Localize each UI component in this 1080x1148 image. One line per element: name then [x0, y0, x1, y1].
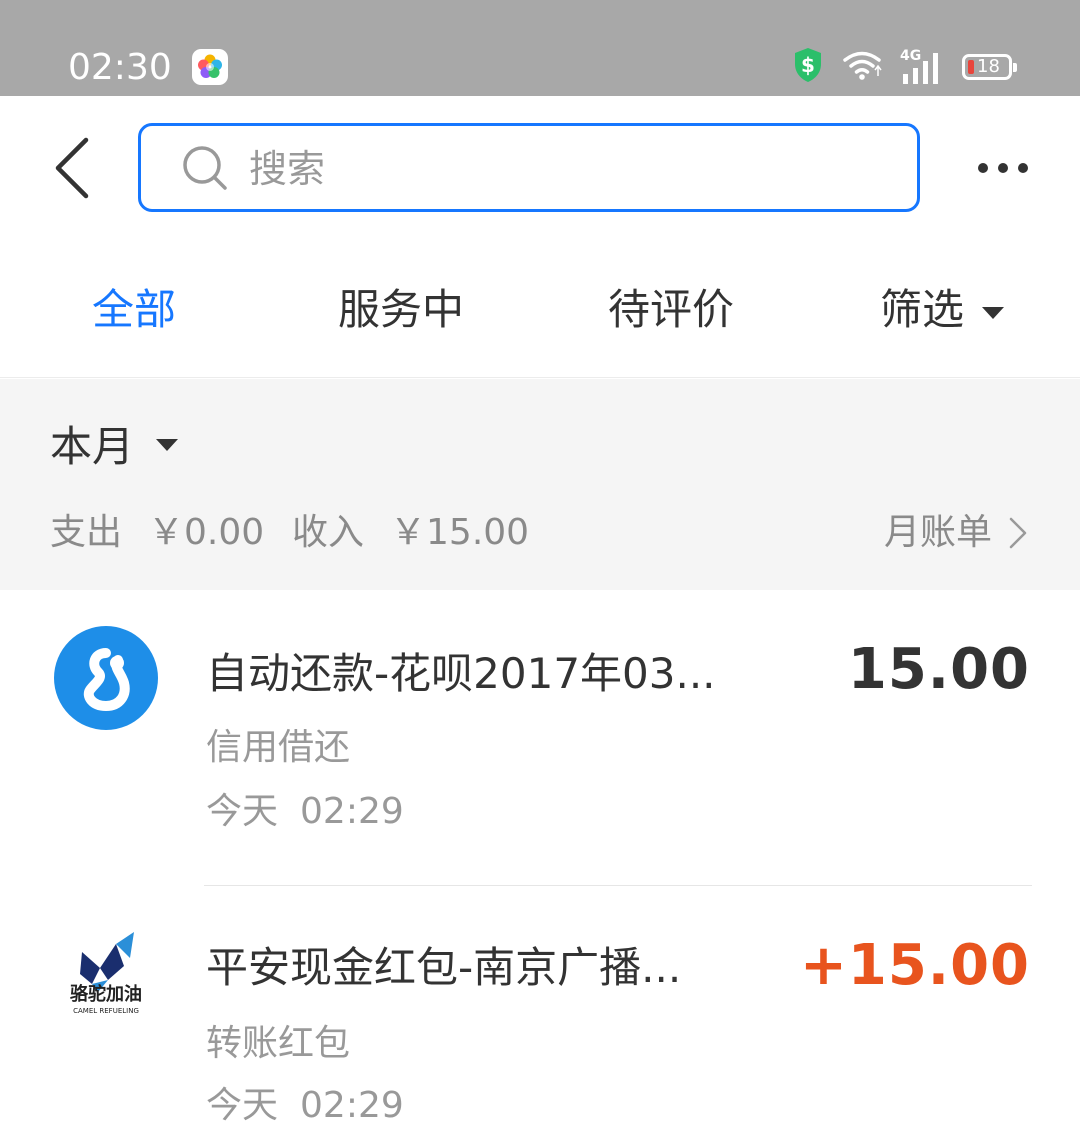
tab-to-review[interactable]: 待评价 [608, 282, 734, 338]
back-button[interactable] [48, 136, 96, 200]
transaction-time: 今天 02:29 [206, 1082, 404, 1130]
expense-label: 支出 [50, 512, 123, 553]
caret-down-icon[interactable] [156, 439, 178, 451]
more-dot-icon [978, 163, 988, 173]
transaction-category: 转账红包 [206, 1023, 351, 1064]
income-stat: 收入 ￥15.00 [292, 509, 529, 557]
chevron-left-icon [55, 137, 89, 199]
logo-text: 骆驼加油 [70, 984, 142, 1005]
battery-icon: 18 [962, 54, 1017, 80]
transaction-clock: 02:29 [300, 791, 404, 832]
status-icons: $ 4G 18 [792, 46, 1017, 88]
transaction-row[interactable]: 骆驼加油 CAMEL REFUELING 平安现金红包-南京广播... 转账红包… [0, 886, 1080, 1148]
transaction-amount: 15.00 [847, 637, 1030, 702]
transaction-title: 平安现金红包-南京广播... [206, 943, 682, 992]
wifi-icon [842, 49, 882, 85]
transaction-time: 今天 02:29 [206, 788, 404, 836]
shield-dollar-icon: $ [792, 46, 824, 88]
expense-amount: ￥0.00 [148, 512, 265, 553]
search-input[interactable]: 搜索 [138, 123, 920, 212]
month-selector[interactable]: 本月 [50, 419, 134, 475]
transaction-row[interactable]: 自动还款-花呗2017年03... 信用借还 今天 02:29 15.00 [0, 590, 1080, 886]
more-button[interactable] [978, 150, 1042, 186]
battery-level: 18 [977, 56, 1000, 77]
header: 搜索 [0, 96, 1080, 236]
tab-filter-label: 筛选 [880, 285, 965, 334]
caret-down-icon [982, 306, 1005, 319]
status-time: 02:30 [68, 47, 172, 88]
transaction-title: 自动还款-花呗2017年03... [206, 649, 716, 698]
transaction-date: 今天 [206, 791, 279, 832]
tab-in-service[interactable]: 服务中 [338, 282, 464, 338]
transaction-date: 今天 [206, 1085, 279, 1126]
huabei-icon [54, 626, 158, 730]
monthly-bill-link[interactable]: 月账单 [884, 509, 1028, 557]
transaction-amount: +15.00 [799, 933, 1030, 998]
search-placeholder: 搜索 [249, 147, 326, 191]
transaction-category: 信用借还 [206, 727, 351, 768]
expense-stat: 支出 ￥0.00 [50, 509, 264, 557]
logo-subtext: CAMEL REFUELING [73, 1007, 139, 1015]
camel-refueling-logo: 骆驼加油 CAMEL REFUELING [54, 922, 158, 1026]
more-dot-icon [998, 163, 1008, 173]
status-bar: 02:30 $ 4G 18 [0, 0, 1080, 96]
income-label: 收入 [292, 512, 365, 553]
income-amount: ￥15.00 [390, 512, 530, 553]
search-icon [181, 144, 229, 192]
chevron-right-icon [1009, 517, 1027, 549]
svg-text:$: $ [801, 53, 815, 77]
monthly-bill-label: 月账单 [883, 512, 992, 553]
signal-icon: 4G [900, 48, 944, 86]
app-icon [192, 49, 228, 85]
month-summary: 本月 支出 ￥0.00 收入 ￥15.00 月账单 [0, 379, 1080, 590]
tab-all[interactable]: 全部 [92, 282, 176, 338]
transaction-clock: 02:29 [300, 1085, 404, 1126]
tab-filter[interactable]: 筛选 [880, 282, 1005, 338]
filter-tabs: 全部 服务中 待评价 筛选 [0, 236, 1080, 378]
more-dot-icon [1018, 163, 1028, 173]
transaction-list: 自动还款-花呗2017年03... 信用借还 今天 02:29 15.00 骆驼加… [0, 590, 1080, 1148]
